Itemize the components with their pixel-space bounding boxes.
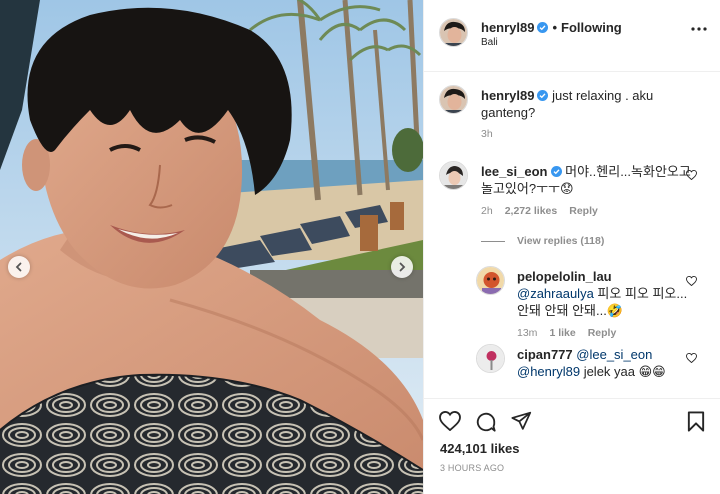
comment-username[interactable]: lee_si_eon <box>481 164 548 179</box>
reply-like-heart-icon[interactable] <box>686 276 697 286</box>
author-avatar-image <box>440 19 467 46</box>
post-sidebar: henryl89 • Following Bali henryl89 just re… <box>423 0 720 494</box>
comment-like-heart-icon[interactable] <box>686 170 697 180</box>
view-replies-line <box>481 240 505 242</box>
following-button[interactable]: Following <box>561 20 622 35</box>
reply-reply-button[interactable]: Reply <box>588 327 617 339</box>
reply2: cipan777 @lee_si_eon @henryl89 jelek yaa… <box>517 346 697 380</box>
reply-mention[interactable]: @zahraaulya <box>517 286 594 301</box>
comment-avatar[interactable] <box>439 161 468 190</box>
comment-meta: 2h 2,272 likes Reply <box>481 205 598 217</box>
view-replies-label: View replies (118) <box>517 235 605 247</box>
caption-username[interactable]: henryl89 <box>481 88 534 103</box>
reply2-mention[interactable]: @lee_si_eon <box>576 347 652 362</box>
author-avatar[interactable] <box>439 18 468 47</box>
next-photo-button[interactable] <box>391 256 413 278</box>
comment-bubble-icon[interactable] <box>475 411 497 433</box>
reply-meta: 13m 1 like Reply <box>517 327 616 339</box>
reply-time[interactable]: 13m <box>517 327 537 339</box>
reply2-like-heart-icon[interactable] <box>686 353 697 363</box>
reply2-text: jelek yaa 😁😁 <box>580 364 666 379</box>
location-link[interactable]: Bali <box>481 37 498 48</box>
post-time[interactable]: 3 HOURS AGO <box>440 463 504 473</box>
heart-icon[interactable] <box>439 411 461 431</box>
reply-likes[interactable]: 1 like <box>549 327 575 339</box>
header-separator: • <box>552 20 558 35</box>
comment-reply-button[interactable]: Reply <box>569 205 598 217</box>
paper-plane-icon[interactable] <box>511 411 532 431</box>
reply2-avatar[interactable] <box>476 344 505 373</box>
header-author-row: henryl89 • Following <box>481 20 622 35</box>
caption-meta: 3h <box>481 128 493 140</box>
reply2-username[interactable]: cipan777 <box>517 347 573 362</box>
post-actions: 424,101 likes 3 HOURS AGO <box>424 398 720 494</box>
comment-avatar-image <box>440 162 467 189</box>
reply-avatar-image <box>477 267 504 294</box>
previous-photo-button[interactable] <box>8 256 30 278</box>
verified-badge-icon <box>537 90 549 101</box>
caption-avatar-image <box>440 86 467 113</box>
instagram-post: henryl89 • Following Bali henryl89 just re… <box>0 0 720 494</box>
more-horizontal-icon[interactable] <box>691 26 707 32</box>
verified-badge-icon <box>537 22 549 33</box>
comment-likes[interactable]: 2,272 likes <box>505 205 558 217</box>
reply: pelopelolin_lau @zahraaulya 피오 피오 피오...안… <box>517 268 697 319</box>
comment-time[interactable]: 2h <box>481 205 493 217</box>
chevron-left-icon <box>15 262 22 272</box>
post-photo[interactable] <box>0 0 423 494</box>
reply2-mention2[interactable]: @henryl89 <box>517 364 580 379</box>
chevron-right-icon <box>399 262 406 272</box>
author-username[interactable]: henryl89 <box>481 20 534 35</box>
comment: lee_si_eon 머야..헨리...녹화안오고놀고있어?ㅜㅜ😟 <box>481 163 696 197</box>
reply2-avatar-image <box>477 345 504 372</box>
reply-username[interactable]: pelopelolin_lau <box>517 269 612 284</box>
selfie-photo <box>0 0 423 494</box>
reply-avatar[interactable] <box>476 266 505 295</box>
like-count[interactable]: 424,101 likes <box>440 441 520 456</box>
caption-time[interactable]: 3h <box>481 128 493 140</box>
bookmark-icon[interactable] <box>687 411 705 432</box>
caption: henryl89 just relaxing . aku ganteng? <box>481 87 696 121</box>
verified-badge-icon <box>550 166 562 177</box>
view-replies-button[interactable]: View replies (118) <box>481 235 604 247</box>
caption-avatar[interactable] <box>439 85 468 114</box>
post-header: henryl89 • Following Bali <box>424 0 720 72</box>
